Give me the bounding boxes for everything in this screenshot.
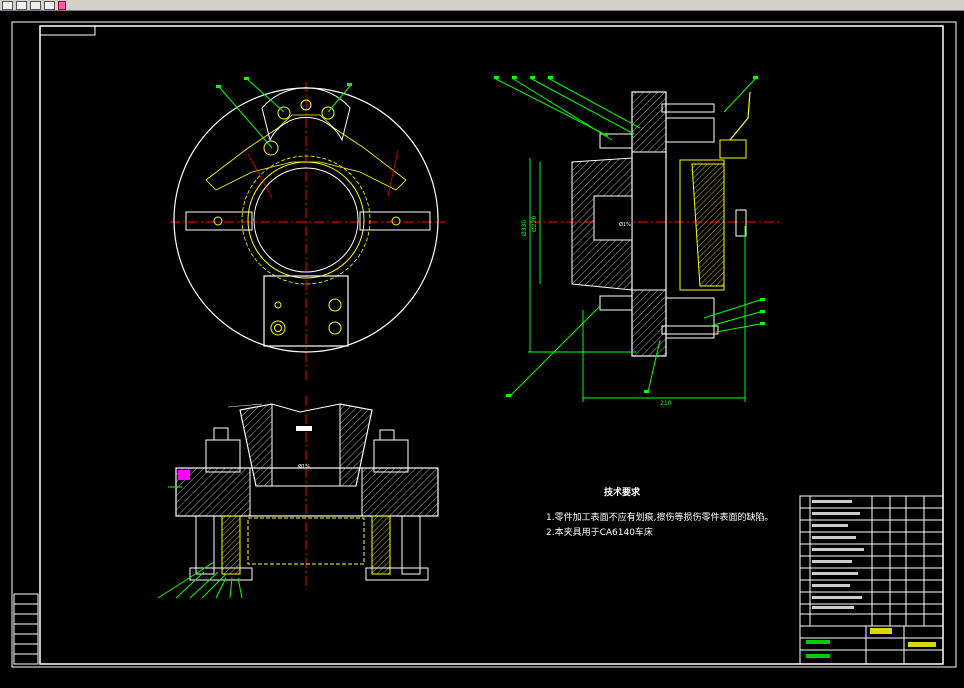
top-hole-right: [321, 106, 335, 120]
bore-inner: [253, 167, 359, 273]
left-block-table: [13, 593, 39, 665]
tech-requirements-title: 技术要求: [604, 488, 641, 498]
left-clamp-hole: [213, 216, 223, 226]
code-box: [39, 25, 96, 36]
tech-requirement-2: 2.本夹具用于CA6140车床: [546, 528, 653, 538]
bottom-stud: [599, 295, 633, 311]
dim-height-label: Ø330: [521, 220, 528, 236]
plate-hole-3: [328, 298, 342, 312]
plate-hole-2: [328, 321, 342, 335]
workpiece-bore: [593, 195, 633, 241]
right-clamp: [359, 211, 431, 231]
tech-requirement-1: 1.零件加工表面不应有划痕,擦伤等损伤零件表面的缺陷。: [546, 513, 774, 523]
top-pin: [263, 140, 279, 156]
open-icon[interactable]: [16, 1, 27, 10]
lever-arm: [719, 139, 747, 159]
flange-upper-hatch: [631, 91, 667, 153]
dim-width-label: 210: [660, 400, 672, 407]
front-section-view: Ø1%: [157, 396, 439, 599]
undo-icon[interactable]: [58, 1, 66, 10]
cad-drawing: Ø330 Ø220 210 Ø1% Ø1%: [11, 21, 957, 668]
title-block: [799, 495, 944, 665]
right-clamp-hole: [391, 216, 401, 226]
plate-hole-1: [270, 320, 286, 336]
dim-bore-label: Ø220: [531, 216, 538, 232]
new-icon[interactable]: [2, 1, 13, 10]
left-clamp-block: [205, 439, 241, 473]
leader-top-2: [247, 79, 285, 113]
side-section-view: Ø330 Ø220 210 Ø1%: [493, 76, 780, 407]
print-icon[interactable]: [44, 1, 55, 10]
outer-frame: [11, 21, 957, 668]
left-magenta-marker: [178, 470, 190, 480]
drawing-canvas[interactable]: Ø330 Ø220 210 Ø1% Ø1% 技术要求 1.零件加工表面不应有划痕…: [0, 10, 964, 684]
upper-bracket: [665, 117, 715, 143]
save-icon[interactable]: [30, 1, 41, 10]
top-view: [170, 77, 445, 380]
flange-lower-hatch: [631, 289, 667, 357]
dim-small-label: Ø1%: [619, 221, 631, 228]
section-dia-label: Ø1%: [298, 463, 310, 470]
title-name-cell: [870, 628, 892, 634]
lower-bracket: [665, 297, 715, 339]
right-clamp-block: [373, 439, 409, 473]
